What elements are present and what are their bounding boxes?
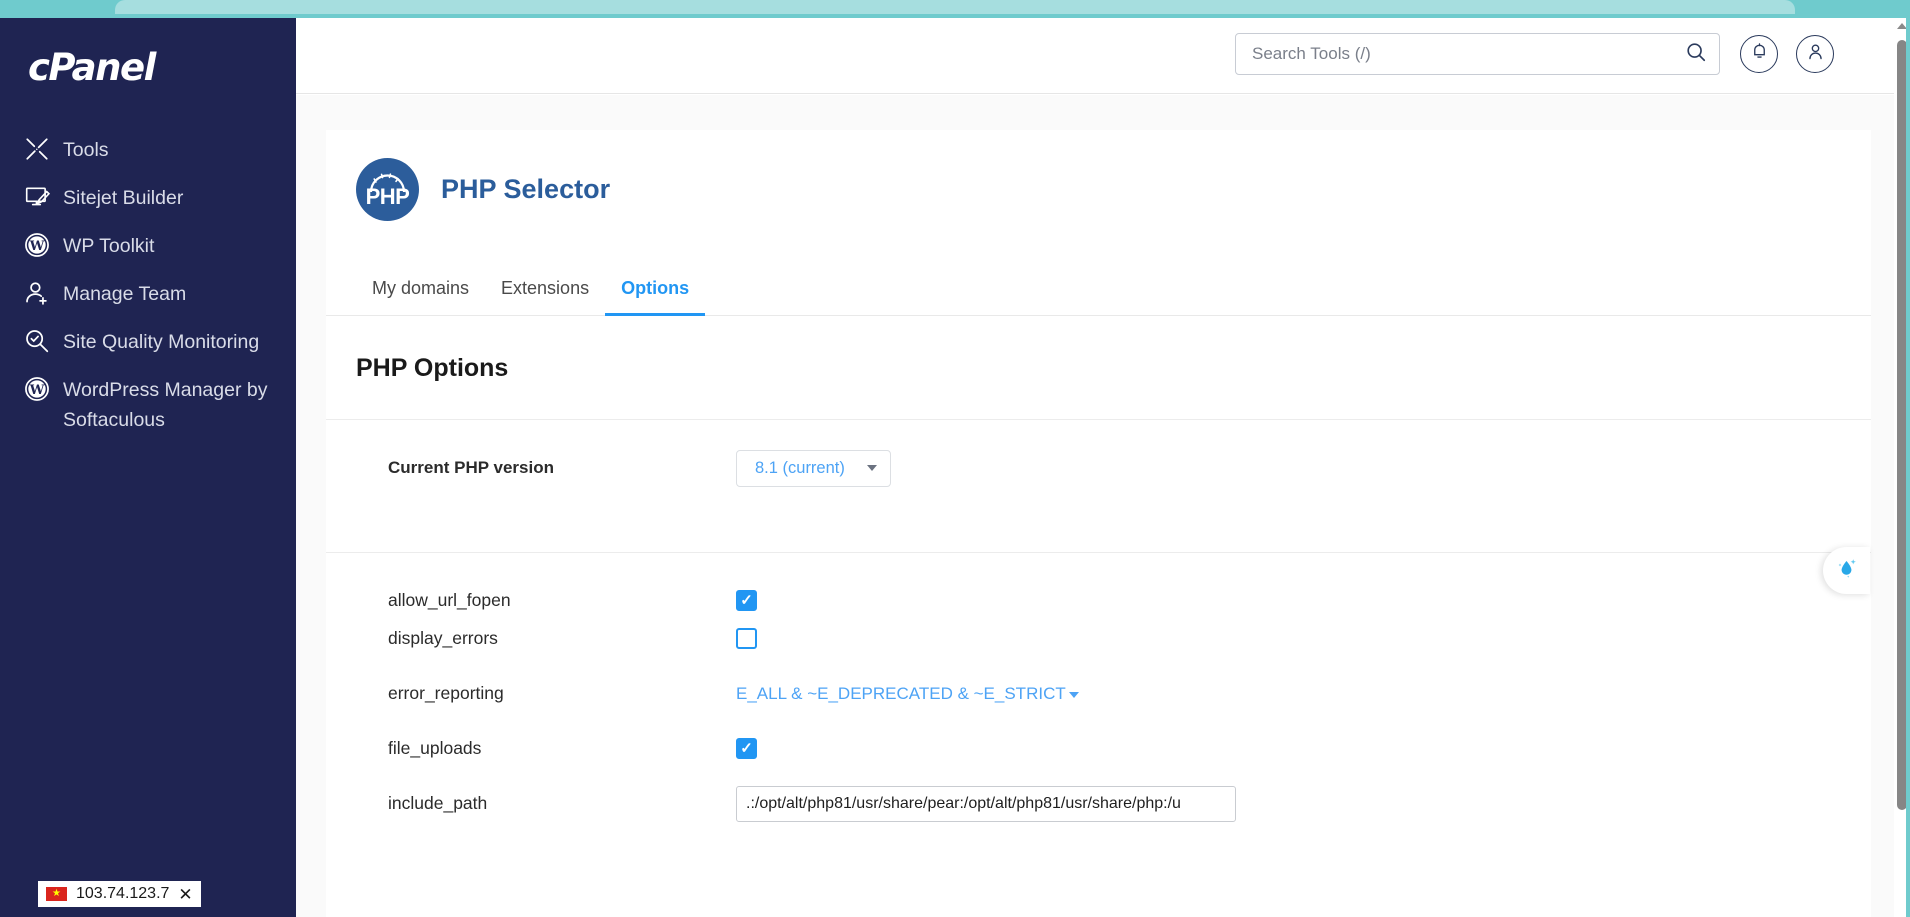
check-icon: ✓ [740,740,753,757]
tools-icon [24,135,58,163]
check-icon: ✓ [740,592,753,609]
sidebar-item-manage-team[interactable]: Manage Team [0,270,296,318]
tab-my-domains[interactable]: My domains [356,267,485,316]
chevron-down-icon [1068,692,1079,698]
option-row-include-path: include_path [326,776,1871,831]
sidebar-item-wordpress-manager[interactable]: W WordPress Manager by Softaculous [0,366,296,444]
sidebar-item-label: Manage Team [63,283,187,305]
error-reporting-value: E_ALL & ~E_DEPRECATED & ~E_STRICT [736,683,1066,703]
php-version-select[interactable]: 8.1 (current) [736,449,891,487]
sidebar: cPanel Tools Sitejet Builder W WP Toolki… [0,18,296,917]
option-row-display-errors: display_errors [326,611,1871,666]
option-row-current-php-version: Current PHP version 8.1 (current) [326,420,1871,516]
php-gauge-icon: PHP [356,158,419,221]
option-row-file-uploads: file_uploads ✓ [326,721,1871,776]
flag-star-glyph: ★ [52,888,61,899]
sidebar-item-label: WP Toolkit [63,235,155,257]
search-icon[interactable] [1685,41,1707,68]
allow-url-fopen-checkbox[interactable]: ✓ [736,590,757,611]
option-label: Current PHP version [388,458,554,477]
option-label: file_uploads [388,738,482,758]
tab-bar: My domains Extensions Options [326,267,1871,316]
sidebar-item-label: WordPress Manager by Softaculous [63,379,268,431]
sidebar-item-label: Tools [63,139,109,161]
wordpress-icon: W [24,375,58,403]
sidebar-item-wp-toolkit[interactable]: W WP Toolkit [0,222,296,270]
card-header: PHP PHP Selector [326,130,1871,249]
sidebar-item-site-quality-monitoring[interactable]: Site Quality Monitoring [0,318,296,366]
php-version-value: 8.1 (current) [755,458,845,477]
tab-extensions[interactable]: Extensions [485,267,605,316]
sidebar-item-label: Sitejet Builder [63,187,184,209]
error-reporting-dropdown[interactable]: E_ALL & ~E_DEPRECATED & ~E_STRICT [736,684,1079,704]
account-button[interactable] [1796,35,1834,73]
chevron-down-icon [867,465,877,471]
php-selector-card: PHP PHP Selector My domains Extensions O… [326,130,1871,917]
water-drop-sparkle-icon [1833,554,1861,587]
option-row-allow-url-fopen: allow_url_fopen ✓ [326,553,1871,611]
water-drop-sparkle-widget[interactable] [1823,547,1870,594]
display-errors-checkbox[interactable] [736,628,757,649]
close-icon[interactable]: ✕ [178,886,192,903]
search-input[interactable] [1252,44,1685,64]
app-window: cPanel Tools Sitejet Builder W WP Toolki… [0,18,1910,917]
sidebar-item-tools[interactable]: Tools [0,126,296,174]
user-icon [1806,42,1825,66]
ip-address-text: 103.74.123.7 [76,885,170,902]
cpanel-logo[interactable]: cPanel [28,46,156,89]
user-plus-icon [24,279,58,307]
main-content: PHP PHP Selector My domains Extensions O… [296,95,1894,917]
notifications-button[interactable] [1740,35,1778,73]
file-uploads-checkbox[interactable]: ✓ [736,738,757,759]
ip-address-badge[interactable]: ★ 103.74.123.7 ✕ [38,881,201,907]
svg-text:W: W [29,239,45,254]
browser-tab[interactable] [115,0,1795,14]
top-header [296,18,1894,94]
svg-text:W: W [29,383,45,398]
wordpress-icon: W [24,231,58,259]
window-right-edge [1906,0,1910,917]
php-logo-text: PHP [365,184,410,209]
page-title: PHP Selector [441,174,611,204]
sidebar-item-label: Site Quality Monitoring [63,331,260,353]
option-label: display_errors [388,628,498,648]
sidebar-item-sitejet-builder[interactable]: Sitejet Builder [0,174,296,222]
search-box[interactable] [1235,33,1720,75]
option-label: include_path [388,793,488,813]
bell-icon [1750,42,1769,66]
monitor-pen-icon [24,183,58,211]
include-path-input[interactable] [736,785,1236,822]
sidebar-nav: Tools Sitejet Builder W WP Toolkit Manag… [0,126,296,444]
option-row-error-reporting: error_reporting E_ALL & ~E_DEPRECATED & … [326,666,1871,721]
section-title: PHP Options [356,354,509,382]
tab-options[interactable]: Options [605,267,706,316]
magnifier-check-icon [24,327,58,355]
option-label: error_reporting [388,683,504,703]
option-label: allow_url_fopen [388,590,511,610]
vietnam-flag-icon: ★ [46,887,67,901]
